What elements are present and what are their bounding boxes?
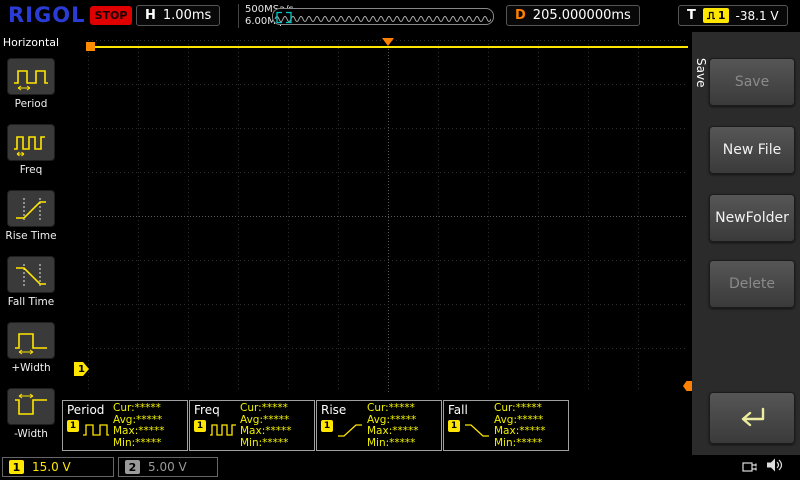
max-value: Max:***** <box>240 426 310 438</box>
cur-value: Cur:***** <box>494 403 564 415</box>
speaker-icon <box>766 457 784 477</box>
t-label: T <box>687 8 696 23</box>
channel-badge: 1 <box>194 420 206 432</box>
trigger-slope-icon <box>706 11 716 20</box>
run-state-badge: STOP <box>90 6 132 25</box>
menu-item-minus-width[interactable]: -Width <box>0 388 62 440</box>
cur-value: Cur:***** <box>367 403 437 415</box>
horizontal-timebase-group: H 1.00ms <box>136 5 220 26</box>
delay-group: D 205.000000ms <box>506 5 640 26</box>
freq-meas-icon <box>209 420 237 440</box>
trigger-position-marker <box>382 38 394 46</box>
channel2-status[interactable]: 2 5.00 V <box>118 457 218 477</box>
trigger-source-badge: 1 <box>703 8 729 23</box>
menu-item-freq[interactable]: Freq <box>0 124 62 176</box>
waveform-preview[interactable] <box>272 8 494 25</box>
grid <box>88 40 688 392</box>
channel-badge: 1 <box>448 420 460 432</box>
cur-value: Cur:***** <box>240 403 310 415</box>
ch2-scale: 5.00 V <box>148 460 187 474</box>
ch1-scale: 15.0 V <box>32 460 71 474</box>
measurement-panel-fall: Fall 1 Cur:***** Avg:***** Max:***** Min… <box>443 400 569 451</box>
rise-time-icon <box>11 194 51 224</box>
rise-meas-icon <box>336 420 364 440</box>
freq-icon <box>11 128 51 158</box>
trigger-group: T 1 -38.1 V <box>678 5 788 26</box>
ch1-trace <box>88 46 688 48</box>
min-value: Min:***** <box>240 438 310 450</box>
new-file-button[interactable]: New File <box>709 126 795 174</box>
timebase-value: 1.00ms <box>163 8 211 23</box>
return-arrow-icon <box>733 404 771 432</box>
delay-value: 205.000000ms <box>533 8 631 23</box>
measurement-panel-freq: Freq 1 Cur:***** Avg:***** Max:***** Min… <box>189 400 315 451</box>
measurement-panel-period: Period 1 Cur:***** Avg:***** Max:***** M… <box>62 400 188 451</box>
min-value: Min:***** <box>367 438 437 450</box>
max-value: Max:***** <box>494 426 564 438</box>
menu-item-period[interactable]: Period <box>0 58 62 110</box>
ch2-badge: 2 <box>125 460 140 474</box>
left-menu: Horizontal Period Freq Rise Time <box>0 32 62 455</box>
usb-icon <box>742 459 760 478</box>
menu-title: Horizontal <box>0 36 62 49</box>
plus-width-icon <box>11 326 51 356</box>
minus-width-icon <box>11 392 51 422</box>
channel1-status[interactable]: 1 15.0 V <box>2 457 114 477</box>
delete-button[interactable]: Delete <box>709 260 795 308</box>
min-value: Min:***** <box>494 438 564 450</box>
save-button[interactable]: Save <box>709 58 795 106</box>
menu-item-rise-time[interactable]: Rise Time <box>0 190 62 242</box>
graticule: 1 <box>88 40 688 392</box>
menu-item-fall-time[interactable]: Fall Time <box>0 256 62 308</box>
preview-wave <box>275 17 491 22</box>
max-value: Max:***** <box>367 426 437 438</box>
period-meas-icon <box>82 420 110 440</box>
channel-badge: 1 <box>67 420 79 432</box>
ch1-level-marker: 1 <box>74 362 89 376</box>
menu-item-plus-width[interactable]: +Width <box>0 322 62 374</box>
channel-badge: 1 <box>321 420 333 432</box>
min-value: Min:***** <box>113 438 183 450</box>
new-folder-button[interactable]: NewFolder <box>709 194 795 242</box>
ch1-badge: 1 <box>9 460 24 474</box>
back-button[interactable] <box>709 392 795 444</box>
save-tab-label: Save <box>694 58 708 87</box>
trace-start-marker <box>86 42 95 51</box>
trigger-level-value: -38.1 V <box>736 9 779 23</box>
measurement-panel-rise: Rise 1 Cur:***** Avg:***** Max:***** Min… <box>316 400 442 451</box>
max-value: Max:***** <box>113 426 183 438</box>
oscilloscope-screen: RIGOL STOP H 1.00ms 500MSa/s 6.00M pts D… <box>0 0 800 480</box>
d-label: D <box>515 8 526 23</box>
period-icon <box>11 62 51 92</box>
h-label: H <box>145 8 156 23</box>
fall-time-icon <box>11 260 51 290</box>
cur-value: Cur:***** <box>113 403 183 415</box>
rigol-logo: RIGOL <box>8 3 85 27</box>
right-menu-panel: Save Save New File NewFolder Delete <box>692 32 800 455</box>
fall-meas-icon <box>463 420 491 440</box>
